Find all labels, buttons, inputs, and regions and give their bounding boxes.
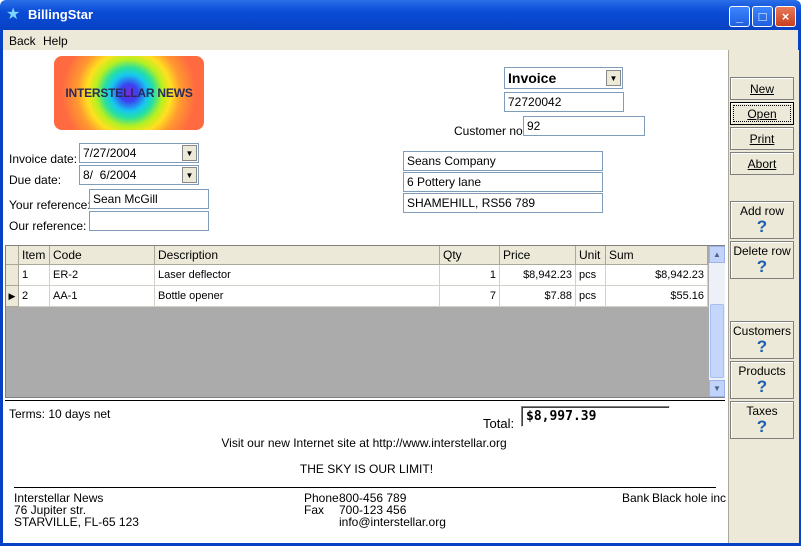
abort-button[interactable]: Abort [730,152,794,175]
menu-bar [0,30,801,50]
taxes-button[interactable]: Taxes ? [730,401,794,439]
delete-row-label: Delete row [733,244,791,258]
row-header-corner [6,246,19,265]
document-type-select[interactable]: Invoice ▼ [504,67,623,89]
help-question-icon: ? [756,377,768,396]
current-row-indicator-icon[interactable]: ▶ [6,286,19,307]
cell-sum[interactable]: $8,942.23 [606,265,708,286]
products-label: Products [738,364,786,378]
customers-label: Customers [732,324,791,338]
cell-code[interactable]: AA-1 [50,286,155,307]
row-header[interactable] [6,265,19,286]
print-button[interactable]: Print [730,127,794,150]
website-notice: Visit our new Internet site at http://ww… [221,436,507,450]
chevron-down-icon[interactable]: ▼ [606,70,621,86]
help-question-icon: ? [756,257,768,276]
invoice-number-field[interactable]: 72720042 [504,92,624,112]
add-row-label: Add row [739,204,785,218]
our-reference-label: Our reference: [9,219,87,233]
cell-qty[interactable]: 7 [440,286,500,307]
column-header-code[interactable]: Code [50,246,155,265]
slogan: THE SKY IS OUR LIMIT! [299,462,434,476]
column-header-qty[interactable]: Qty [440,246,500,265]
your-reference-label: Your reference: [9,198,91,212]
due-date-value: 8/ 6/2004 [83,168,137,182]
open-saved-button[interactable]: Open savec [730,102,794,143]
cell-unit[interactable]: pcs [576,286,606,307]
cell-item[interactable]: 1 [19,265,50,286]
your-reference-field[interactable]: Sean McGill [89,189,209,209]
column-header-description[interactable]: Description [155,246,440,265]
our-reference-field[interactable] [89,211,209,231]
new-button[interactable]: New [730,77,794,100]
add-row-button[interactable]: Add row ? [730,201,794,239]
app-star-icon: ★ [6,6,21,23]
products-button[interactable]: Products ? [730,361,794,399]
column-header-price[interactable]: Price [500,246,576,265]
column-header-item[interactable]: Item [19,246,50,265]
scroll-up-icon[interactable]: ▲ [709,246,725,263]
due-date-label: Due date: [9,173,62,187]
cell-description[interactable]: Bottle opener [155,286,440,307]
close-button[interactable]: × [775,6,796,27]
logo-text: INTERSTELLAR NEWS [65,86,193,100]
fax-label: Fax [304,503,325,517]
column-header-sum[interactable]: Sum [606,246,708,265]
total-amount-field: $8,997.39 [521,406,670,427]
cell-unit[interactable]: pcs [576,265,606,286]
total-label: Total: [483,416,515,431]
invoice-date-value: 7/27/2004 [83,146,137,160]
cell-qty[interactable]: 1 [440,265,500,286]
document-type-value: Invoice [508,70,557,86]
cell-sum[interactable]: $55.16 [606,286,708,307]
invoice-date-label: Invoice date: [9,152,78,166]
scroll-down-icon[interactable]: ▼ [709,380,725,397]
customer-city-field[interactable]: SHAMEHILL, RS56 789 [403,193,603,213]
bank-label: Bank [622,491,650,505]
cell-price[interactable]: $7.88 [500,286,576,307]
customers-button[interactable]: Customers ? [730,321,794,359]
menu-help[interactable]: Help [43,34,68,48]
menu-back[interactable]: Back [9,34,36,48]
bank-value: Black hole inc [652,491,727,505]
invoice-date-picker[interactable]: 7/27/2004 ▼ [79,143,199,163]
customer-name-field[interactable]: Seans Company [403,151,603,171]
terms-text: Terms: 10 days net [9,407,111,421]
grid-vertical-scrollbar[interactable]: ▲ ▼ [709,246,725,397]
chevron-down-icon[interactable]: ▼ [182,145,197,161]
window-title: BillingStar [28,7,94,22]
cell-code[interactable]: ER-2 [50,265,155,286]
customer-number-field[interactable]: 92 [523,116,645,136]
email-value: info@interstellar.org [339,515,446,529]
grid-body: Item Code Description Qty Price Unit Sum… [6,246,709,397]
help-question-icon: ? [756,417,768,436]
customer-street-field[interactable]: 6 Pottery lane [403,172,603,192]
customer-no-label: Customer no: [454,124,527,138]
chevron-down-icon[interactable]: ▼ [182,167,197,183]
cell-item[interactable]: 2 [19,286,50,307]
column-header-unit[interactable]: Unit [576,246,606,265]
cell-price[interactable]: $8,942.23 [500,265,576,286]
help-question-icon: ? [756,217,768,236]
footer-divider [14,487,716,488]
due-date-picker[interactable]: 8/ 6/2004 ▼ [79,165,199,185]
maximize-button[interactable]: □ [752,6,773,27]
help-question-icon: ? [756,337,768,356]
minimize-button[interactable]: _ [729,6,750,27]
invoice-lines-grid[interactable]: Item Code Description Qty Price Unit Sum… [5,245,725,398]
grid-divider [5,400,725,401]
title-bar[interactable] [0,0,801,30]
delete-row-button[interactable]: Delete row ? [730,241,794,279]
scroll-thumb[interactable] [710,304,724,378]
taxes-label: Taxes [746,404,778,418]
company-city: STARVILLE, FL-65 123 [14,515,139,529]
cell-description[interactable]: Laser deflector [155,265,440,286]
